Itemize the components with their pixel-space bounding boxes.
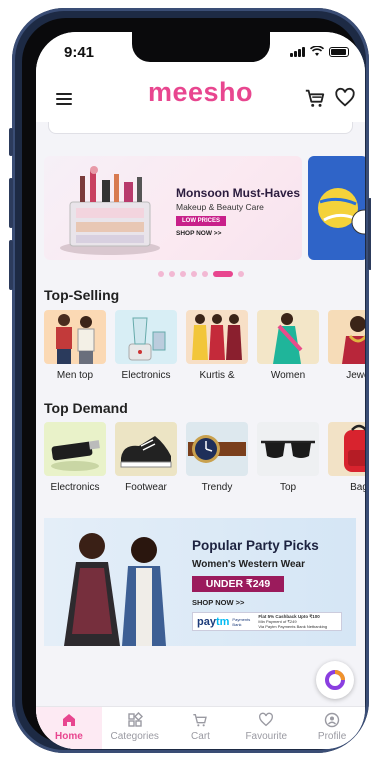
promo-price-tag: UNDER ₹249 [192,576,284,592]
side-button [9,178,13,228]
sports-balls-image [318,188,365,235]
category-label: Trendy [201,482,233,493]
mixer-grinder-image [115,310,177,364]
saree-image [257,310,319,364]
wifi-icon [310,46,324,56]
paytm-bank-label: Payments Bank [232,616,251,627]
category-tile[interactable]: Kurtis & [186,310,248,381]
category-label: Footwear [125,482,167,493]
section-title-top-selling: Top-Selling [44,287,120,303]
carousel-dot[interactable] [179,271,186,277]
sneaker-image [115,422,177,476]
banner-cta[interactable]: SHOP NOW >> [176,230,221,237]
search-bar-edge[interactable] [48,122,353,134]
status-time: 9:41 [64,44,95,61]
nav-item-cart[interactable]: Cart [168,707,234,749]
app-header: meesho [36,72,365,122]
nav-label: Categories [110,731,159,742]
nav-label: Favourite [245,731,288,742]
category-label: Jewel [346,370,365,381]
nav-item-home[interactable]: Home [36,707,102,749]
category-tile[interactable]: Women [257,310,319,381]
side-button [9,240,13,290]
carousel-dot[interactable] [190,271,197,277]
promo-banner-party-picks[interactable]: Popular Party Picks Women's Western Wear… [44,518,356,646]
floating-assistant-button[interactable] [316,661,354,699]
nav-label: Home [55,731,83,742]
wishlist-heart-icon[interactable] [334,87,356,109]
promo-cta[interactable]: SHOP NOW >> [192,598,244,607]
category-label: Electronics [121,370,171,381]
usb-drive-image [44,422,106,476]
backpack-image [328,422,365,476]
category-tile[interactable]: Footwear [115,422,177,493]
promo-subtitle: Women's Western Wear [192,559,305,570]
bottom-navigation: Home Categories Cart Favourite Profile [36,706,365,749]
carousel-indicator [36,271,365,277]
status-icons [290,46,349,57]
nav-item-favourite[interactable]: Favourite [233,707,299,749]
assistant-ring-icon [325,670,345,690]
banner-subtitle: Makeup & Beauty Care [176,202,264,212]
home-icon [62,714,75,726]
category-label: Men top [56,370,94,381]
cart-icon[interactable] [304,87,326,109]
category-label: Women [270,370,306,381]
category-tile[interactable]: Men top [44,310,106,381]
cart-icon [193,714,208,727]
nav-item-categories[interactable]: Categories [102,707,168,749]
kurtis-image [186,310,248,364]
carousel-dot[interactable] [157,271,164,277]
carousel-dot[interactable] [201,271,208,277]
category-tile[interactable]: Bag [328,422,365,493]
men-top-image [44,310,106,364]
makeup-products-image [60,166,160,255]
carousel-dot-active[interactable] [212,271,233,277]
phone-frame: 9:41 meesho Monsoon Must-Haves Makeup & … [9,8,371,753]
promo-title: Popular Party Picks [192,538,319,553]
paytm-offer-strip: paytm Payments Bank Flat 5% Cashback Upt… [192,612,342,631]
profile-icon [324,712,340,728]
banner-title: Monsoon Must-Haves [176,186,301,200]
nav-item-profile[interactable]: Profile [299,707,365,749]
sunglasses-image [257,422,319,476]
section-title-top-demand: Top Demand [44,400,128,416]
category-label: Kurtis & [199,370,235,381]
watch-image [186,422,248,476]
category-label: Bag [350,482,365,493]
jewellery-image [328,310,365,364]
side-button [9,128,13,156]
top-demand-row: Electronics Footwear Trendy Top Ba [44,422,365,493]
category-tile[interactable]: Jewel [328,310,365,381]
battery-icon [329,46,349,57]
category-tile[interactable]: Top [257,422,319,493]
category-tile[interactable]: Electronics [115,310,177,381]
carousel-banner-sports[interactable] [308,156,365,260]
carousel-dot[interactable] [237,271,244,277]
carousel-banner-makeup[interactable]: Monsoon Must-Haves Makeup & Beauty Care … [44,156,302,260]
paytm-offer-text: Flat 5% Cashback Upto ₹100 Min Payment o… [258,614,328,629]
nav-label: Cart [191,731,210,742]
phone-bezel: 9:41 meesho Monsoon Must-Haves Makeup & … [22,18,365,749]
signal-icon [290,46,305,57]
nav-label: Profile [317,731,347,742]
notch [132,32,270,62]
category-tile[interactable]: Trendy [186,422,248,493]
heart-icon [259,712,274,727]
category-label: Electronics [50,482,100,493]
carousel-dot[interactable] [168,271,175,277]
categories-icon [127,712,143,727]
banner-badge: LOW PRICES [176,216,226,226]
paytm-logo: paytm [197,615,230,628]
app-screen: 9:41 meesho Monsoon Must-Haves Makeup & … [36,32,365,749]
category-label: Top [279,482,297,493]
top-selling-row: Men top Electronics Kurtis & Women Jew [44,310,365,381]
models-image [64,533,166,646]
category-tile[interactable]: Electronics [44,422,106,493]
